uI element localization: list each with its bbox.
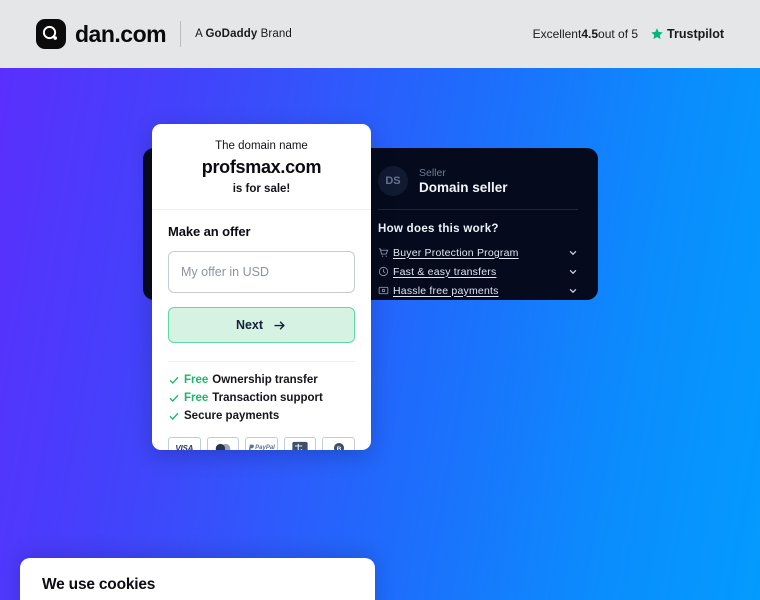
make-an-offer-heading: Make an offer bbox=[168, 224, 251, 239]
dan-logo-icon bbox=[36, 19, 66, 49]
for-sale-text: is for sale! bbox=[232, 183, 291, 195]
check-icon bbox=[168, 410, 184, 422]
cookie-banner-title: We use cookies bbox=[42, 576, 156, 593]
trustpilot-rating[interactable]: Excellent 4.5 out of 5 Trustpilot bbox=[533, 27, 724, 41]
trustpilot-logo: Trustpilot bbox=[650, 27, 724, 41]
seller-divider bbox=[378, 209, 578, 210]
perk-free-tag: Free bbox=[184, 392, 209, 404]
clock-icon bbox=[378, 266, 393, 277]
cookie-banner: We use cookies bbox=[20, 558, 375, 600]
perk-label: Transaction support bbox=[212, 392, 323, 404]
trust-suffix: out of 5 bbox=[598, 27, 639, 41]
star-icon bbox=[651, 28, 663, 40]
check-icon bbox=[168, 392, 184, 404]
visa-icon: VISA bbox=[168, 437, 201, 450]
perk-label: Ownership transfer bbox=[212, 374, 318, 386]
offer-form: Make an offer Next bbox=[152, 210, 371, 362]
paypal-label: PayPal bbox=[248, 444, 275, 450]
perk-secure-payments: Secure payments bbox=[168, 410, 355, 422]
brand-subtitle: A GoDaddy Brand bbox=[195, 28, 292, 40]
perk-free-tag: Free bbox=[184, 374, 209, 386]
accordion-label: Buyer Protection Program bbox=[393, 246, 519, 259]
offer-card: The domain name profsmax.com is for sale… bbox=[152, 124, 371, 450]
card-icon bbox=[378, 285, 393, 296]
bitcoin-icon: B bbox=[322, 437, 355, 450]
how-does-this-work-list: Buyer Protection Program Fast & easy tra… bbox=[378, 243, 578, 300]
alipay-icon bbox=[283, 437, 317, 450]
accordion-label: Hassle free payments bbox=[393, 284, 499, 297]
page-background: DS Seller Domain seller How does this wo… bbox=[0, 68, 760, 600]
mastercard-icon bbox=[206, 437, 240, 450]
check-icon bbox=[168, 374, 184, 386]
brand-divider bbox=[180, 21, 182, 47]
cart-icon bbox=[378, 247, 393, 258]
brand-sub-suffix: Brand bbox=[257, 28, 292, 40]
chevron-down-icon[interactable] bbox=[564, 267, 578, 277]
trust-prefix: Excellent bbox=[532, 27, 582, 41]
perk-ownership-transfer: Free Ownership transfer bbox=[168, 374, 355, 386]
seller-role-label: Seller bbox=[419, 166, 446, 179]
how-does-this-work-title: How does this work? bbox=[378, 223, 499, 235]
arrow-right-icon bbox=[274, 320, 285, 330]
payment-methods: VISA PayPal B bbox=[152, 428, 371, 450]
trustpilot-name: Trustpilot bbox=[667, 27, 724, 41]
domain-name: profsmax.com bbox=[201, 157, 322, 177]
next-button-label: Next bbox=[235, 318, 264, 332]
visa-label: VISA bbox=[175, 443, 194, 451]
chevron-down-icon[interactable] bbox=[564, 286, 578, 296]
accordion-label: Fast & easy transfers bbox=[393, 265, 497, 278]
offer-card-header: The domain name profsmax.com is for sale… bbox=[152, 124, 371, 210]
chevron-down-icon[interactable] bbox=[564, 248, 578, 258]
accordion-item-hassle-free-payments[interactable]: Hassle free payments bbox=[378, 281, 578, 300]
seller-name: Domain seller bbox=[419, 179, 508, 195]
seller-meta: Seller Domain seller bbox=[419, 167, 508, 196]
site-header: dan.com A GoDaddy Brand Excellent 4.5 ou… bbox=[0, 0, 760, 68]
brand-sub-strong: GoDaddy bbox=[205, 28, 258, 40]
brand-lockup[interactable]: dan.com A GoDaddy Brand bbox=[36, 19, 292, 49]
svg-text:B: B bbox=[336, 446, 341, 450]
accordion-item-fast-transfers[interactable]: Fast & easy transfers bbox=[378, 262, 578, 281]
perk-transaction-support: Free Transaction support bbox=[168, 392, 355, 404]
accordion-item-buyer-protection[interactable]: Buyer Protection Program bbox=[378, 243, 578, 262]
domain-kicker: The domain name bbox=[215, 140, 308, 152]
perk-label: Secure payments bbox=[184, 410, 280, 422]
brand-name: dan.com bbox=[75, 20, 167, 47]
offer-amount-input[interactable] bbox=[168, 251, 355, 293]
brand-sub-prefix: A bbox=[195, 28, 206, 40]
next-button[interactable]: Next bbox=[168, 307, 355, 343]
paypal-icon: PayPal bbox=[245, 437, 278, 450]
avatar: DS bbox=[378, 166, 408, 196]
perks-list: Free Ownership transfer Free Transaction… bbox=[152, 362, 371, 422]
trust-score: 4.5 bbox=[581, 27, 599, 41]
